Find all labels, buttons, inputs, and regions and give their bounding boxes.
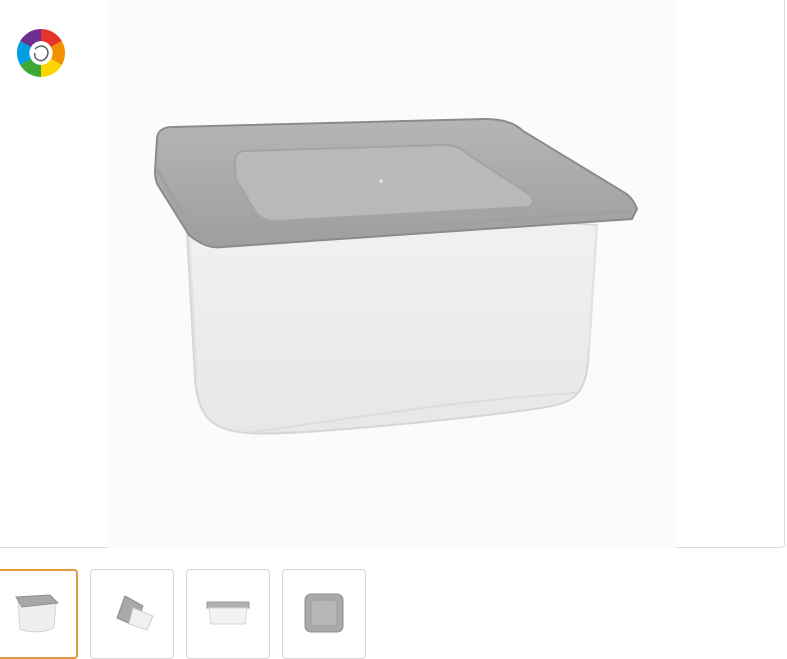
thumbnail-3[interactable]: [186, 569, 270, 659]
thumbnail-2[interactable]: [90, 569, 174, 659]
container-tilted-icon: [116, 595, 154, 631]
container-top-icon: [304, 593, 344, 633]
rainbow-spiral-icon: [16, 28, 66, 78]
container-side-icon: [206, 601, 250, 625]
thumbnail-1[interactable]: [0, 569, 78, 659]
square-plastic-food-container-icon: [153, 117, 639, 435]
container-angled-icon: [15, 594, 60, 633]
product-image-viewer[interactable]: [0, 0, 785, 548]
thumbnail-4[interactable]: [282, 569, 366, 659]
thumbnail-strip: [0, 569, 787, 659]
